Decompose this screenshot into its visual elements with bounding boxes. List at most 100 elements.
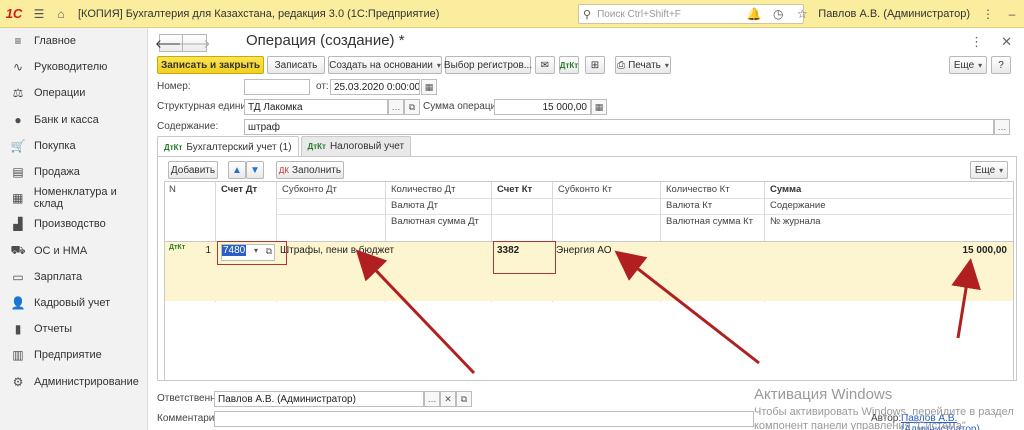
fill-button[interactable]: ДК Заполнить [276, 161, 344, 179]
entries-table: N Счет Дт Субконто Дт Количество Дт Валю… [164, 181, 1014, 381]
select-button[interactable]: … [424, 391, 440, 407]
sidebar-item-purchase[interactable]: 🛒 Покупка [0, 133, 147, 159]
row-number: 1 [205, 245, 211, 256]
sidebar-item-hr[interactable]: 👤 Кадровый учет [0, 290, 147, 316]
col-dt-currency: Валюта Дт [391, 200, 439, 211]
add-row-button[interactable]: Добавить [168, 161, 218, 179]
factory-icon: ▟ [13, 217, 23, 232]
calendar-icon[interactable]: ▦ [421, 79, 437, 95]
comment-field[interactable] [214, 411, 754, 427]
help-button[interactable]: ? [991, 56, 1011, 74]
menu-icon[interactable]: ☰ [28, 3, 50, 25]
home-icon[interactable]: ⌂ [50, 3, 72, 25]
sidebar-item-label: Производство [34, 218, 106, 231]
sidebar-item-operations[interactable]: ⚖ Операции [0, 80, 147, 106]
sidebar-item-label: Покупка [34, 139, 76, 152]
unit-field[interactable]: ТД Лакомка [244, 99, 388, 115]
open-icon[interactable]: ⧉ [456, 391, 472, 407]
sidebar-item-label: ОС и НМА [34, 244, 88, 257]
current-user[interactable]: Павлов А.В. (Администратор) [818, 8, 970, 20]
sidebar-item-main[interactable]: ≡ Главное [0, 28, 147, 54]
dt-kt-icon[interactable]: ДтКт [559, 56, 579, 74]
chevron-down-icon: ▾ [999, 165, 1004, 175]
bank-icon: ● [14, 112, 22, 127]
dt-subconto-value[interactable]: Штрафы, пени в бюджет [280, 245, 394, 256]
move-up-icon[interactable]: ▲ [228, 161, 246, 179]
chevron-down-icon: ▾ [664, 60, 669, 70]
create-based-label: Создать на основании [329, 59, 433, 71]
sidebar-item-label: Руководителю [34, 61, 108, 74]
forward-button[interactable]: 🡒 [178, 34, 211, 52]
sidebar-item-label: Кадровый учет [34, 296, 111, 309]
date-field[interactable]: 25.03.2020 0:00:00 [330, 79, 420, 95]
sidebar-item-label: Номенклатура и склад [33, 186, 117, 211]
col-journal: № журнала [770, 216, 821, 227]
col-sum: Сумма [770, 184, 802, 195]
dt-kt-icon: ДтКт [169, 244, 186, 251]
select-button[interactable]: … [388, 99, 404, 115]
bell-icon[interactable]: 🔔 [742, 3, 766, 25]
close-icon[interactable]: ✕ [1001, 34, 1012, 50]
sidebar-item-nomenclature[interactable]: ▦ Номенклатура и склад [0, 185, 147, 211]
amount-field[interactable]: 15 000,00 [494, 99, 591, 115]
create-based-button[interactable]: Создать на основании ▾ [328, 56, 442, 74]
col-kt-currency: Валюта Кт [666, 200, 713, 211]
sidebar-item-admin[interactable]: ⚙ Администрирование [0, 368, 147, 394]
number-label: Номер: [157, 81, 191, 92]
chevron-down-icon: ▾ [978, 60, 983, 70]
col-kt-qty: Количество Кт [666, 184, 730, 195]
sidebar-item-enterprise[interactable]: ▥ Предприятие [0, 342, 147, 368]
save-close-button[interactable]: Записать и закрыть [157, 56, 264, 74]
kt-subconto-value[interactable]: Энергия АО [556, 245, 612, 256]
history-icon[interactable]: ◷ [766, 3, 790, 25]
sidebar-item-salary[interactable]: ▭ Зарплата [0, 264, 147, 290]
tab-panel: Добавить ▲ ▼ ДК Заполнить Еще ▾ N Счет Дт … [157, 156, 1017, 381]
responsible-field[interactable]: Павлов А.В. (Администратор) [214, 391, 424, 407]
operations-icon: ⚖ [12, 86, 24, 101]
sidebar-item-assets[interactable]: ⛟ ОС и НМА [0, 238, 147, 264]
sidebar-item-label: Отчеты [34, 323, 73, 336]
col-content: Содержание [770, 200, 826, 211]
sidebar-item-label: Предприятие [34, 349, 102, 362]
tab-tax[interactable]: ДтКт Налоговый учет [300, 136, 412, 156]
grid-icon: ▦ [12, 191, 24, 206]
open-icon[interactable]: ⧉ [404, 99, 420, 115]
move-down-icon[interactable]: ▼ [246, 161, 264, 179]
date-label: от: [316, 81, 329, 92]
form-area: 🡐 🡒 Операция (создание) * ⋮ ✕ Записать и… [149, 28, 1024, 430]
save-button[interactable]: Записать [267, 56, 325, 74]
truck-icon: ⛟ [10, 242, 26, 257]
sidebar-item-sales[interactable]: ▤ Продажа [0, 159, 147, 185]
print-button[interactable]: ⎙ Печать ▾ [615, 56, 671, 74]
mail-icon[interactable]: ✉ [535, 56, 555, 74]
registers-button[interactable]: Выбор регистров... [444, 56, 532, 74]
more-icon[interactable]: ⋮ [976, 3, 1000, 25]
sidebar-item-label: Продажа [34, 166, 80, 179]
structure-icon[interactable]: ⊞ [585, 56, 605, 74]
tab-accounting[interactable]: ДтКт Бухгалтерский учет (1) [157, 136, 299, 157]
sidebar: ≡ Главное ∿ Руководителю ⚖ Операции ● Банк и… [0, 28, 148, 430]
salary-icon: ▭ [12, 269, 24, 284]
more-button[interactable]: Еще ▾ [949, 56, 987, 74]
content-label: Содержание: [157, 121, 219, 132]
calculator-icon[interactable]: ▦ [591, 99, 607, 115]
col-dt-cur-sum: Валютная сумма Дт [391, 216, 479, 227]
minimize-icon[interactable]: – [1000, 3, 1024, 25]
number-field[interactable] [244, 79, 310, 95]
sidebar-item-director[interactable]: ∿ Руководителю [0, 54, 147, 80]
select-button[interactable]: … [994, 119, 1010, 135]
tab-label: Налоговый учет [329, 141, 405, 152]
clear-icon[interactable]: ✕ [440, 391, 456, 407]
sidebar-item-reports[interactable]: ▮ Отчеты [0, 316, 147, 342]
sidebar-item-production[interactable]: ▟ Производство [0, 211, 147, 237]
table-more-button[interactable]: Еще ▾ [970, 161, 1008, 179]
highlight-kt-account [493, 241, 556, 274]
gear-icon: ⚙ [12, 374, 24, 389]
content-field[interactable]: штраф [244, 119, 994, 135]
printer-icon: ⎙ [617, 59, 626, 71]
sum-value[interactable]: 15 000,00 [865, 245, 1008, 256]
more-icon[interactable]: ⋮ [970, 34, 983, 50]
sidebar-item-bank[interactable]: ● Банк и касса [0, 107, 147, 133]
star-icon[interactable]: ☆ [790, 3, 814, 25]
title-bar: 1С ☰ ⌂ [КОПИЯ] Бухгалтерия для Казахстан… [0, 0, 1024, 28]
